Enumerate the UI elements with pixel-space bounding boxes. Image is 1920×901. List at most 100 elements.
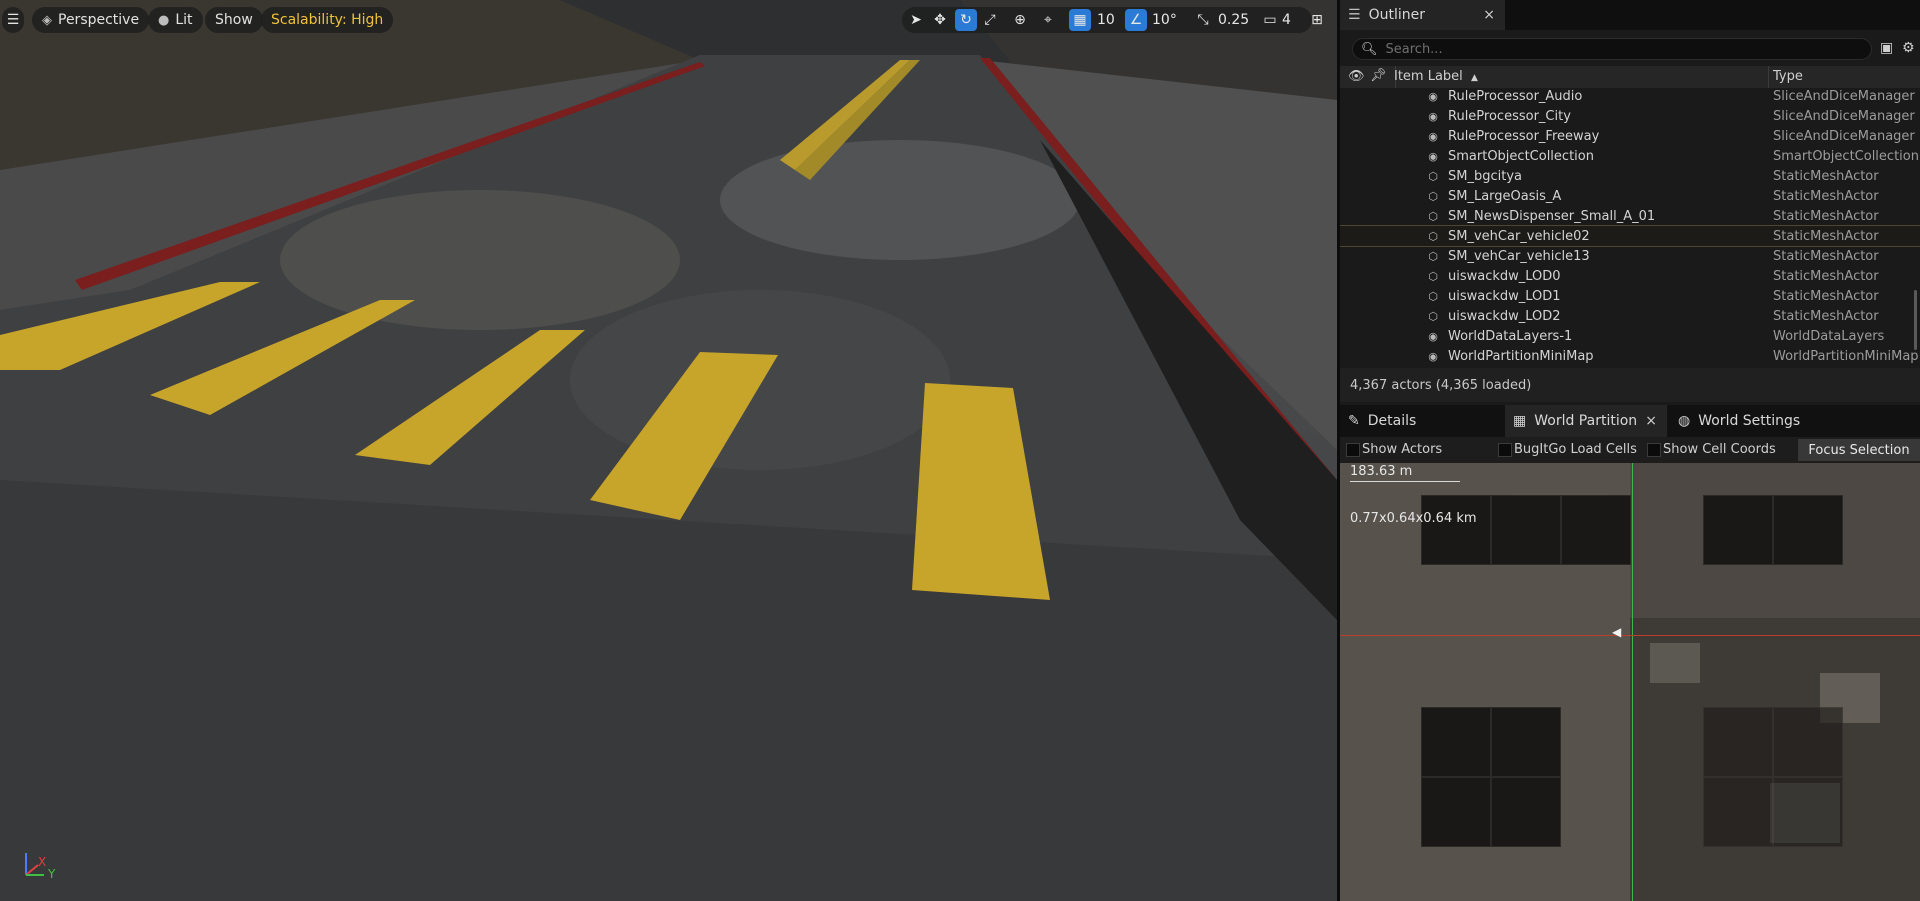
grid-cell[interactable] (1703, 495, 1773, 565)
show-cell-coords-checkbox[interactable] (1647, 443, 1661, 457)
outliner-row[interactable]: ⬡ SM_vehCar_vehicle02 StaticMeshActor (1340, 225, 1920, 247)
perspective-button[interactable]: ◈ Perspective (32, 7, 150, 33)
viewport-layout-button[interactable]: ⊞ (1305, 7, 1329, 33)
outliner-row[interactable]: ◉ SmartObjectCollection SmartObjectCollect… (1340, 146, 1920, 166)
tab-world-partition[interactable]: ▦ World Partition × (1505, 405, 1667, 437)
grid-snap-toggle[interactable]: ▦ (1069, 9, 1091, 31)
static-mesh-icon: ⬡ (1428, 309, 1438, 323)
outliner-tab-label: Outliner (1368, 7, 1425, 23)
grid-snap-value[interactable]: 10 (1097, 7, 1115, 33)
focus-selection-button[interactable]: Focus Selection (1798, 439, 1920, 461)
add-folder-icon[interactable]: ▣ (1880, 40, 1893, 56)
outliner-row[interactable]: ◉ RuleProcessor_Audio SliceAndDiceManager (1340, 88, 1920, 106)
grid-cell[interactable] (1773, 495, 1843, 565)
close-icon[interactable]: × (1645, 413, 1657, 429)
sort-ascending-icon: ▲ (1470, 73, 1478, 83)
visibility-eye-icon[interactable]: 👁︎ (1348, 69, 1365, 84)
grid-cell[interactable] (1773, 707, 1843, 777)
sphere-icon: ◉ (1428, 329, 1438, 343)
show-actors-checkbox[interactable] (1346, 443, 1360, 457)
layout-grid-icon: ⊞ (1311, 12, 1323, 28)
outliner-row-type: WorldPartitionMiniMap (1773, 348, 1919, 364)
scalability-label: Scalability: High (271, 12, 384, 28)
view-mode-button[interactable]: ● Lit (148, 7, 203, 33)
sphere-icon: ◉ (1428, 109, 1438, 123)
outliner-search-input[interactable]: 🔍︎ Search... (1352, 38, 1872, 60)
outliner-row[interactable]: ⬡ uiswackdw_LOD2 StaticMeshActor (1340, 306, 1920, 326)
world-settings-tab-label: World Settings (1698, 413, 1801, 429)
grid-cell[interactable] (1421, 707, 1491, 777)
tab-outliner[interactable]: ☰ Outliner × (1340, 0, 1505, 30)
rotate-mode-button[interactable]: ↻ (955, 9, 977, 31)
sphere-icon: ◉ (1428, 149, 1438, 163)
item-label-header-text: Item Label (1394, 69, 1463, 84)
outliner-row-type: SliceAndDiceManager (1773, 108, 1915, 124)
show-actors-label: Show Actors (1362, 442, 1443, 457)
outliner-row[interactable]: ◉ WorldDataLayers-1 WorldDataLayers (1340, 326, 1920, 346)
outliner-row-type: StaticMeshActor (1773, 248, 1879, 264)
outliner-row[interactable]: ◉ RuleProcessor_City SliceAndDiceManager (1340, 106, 1920, 126)
tab-world-settings[interactable]: ◍ World Settings (1670, 405, 1830, 437)
tab-details[interactable]: ✎ Details (1340, 405, 1500, 437)
map-scale-label: 183.63 m (1350, 464, 1413, 479)
scale-snap-value[interactable]: 0.25 (1218, 7, 1249, 33)
grid-cell[interactable] (1421, 777, 1491, 847)
grid-cell[interactable] (1773, 777, 1843, 847)
outliner-row[interactable]: ⬡ SM_NewsDispenser_Small_A_01 StaticMeshAc… (1340, 206, 1920, 226)
map-scale-bar (1350, 481, 1460, 482)
outliner-header: 👁︎ 📌︎ Item Label ▲ Type (1340, 66, 1920, 88)
gear-icon[interactable]: ⚙ (1902, 40, 1915, 56)
viewport-menu-button[interactable]: ☰ (2, 7, 24, 33)
grid-cell[interactable] (1491, 495, 1561, 565)
static-mesh-icon: ⬡ (1428, 249, 1438, 263)
outliner-row[interactable]: ⬡ SM_bgcitya StaticMeshActor (1340, 166, 1920, 186)
surface-snap-button[interactable]: ⌖ (1036, 7, 1060, 33)
item-label-column-header[interactable]: Item Label ▲ (1394, 69, 1478, 84)
outliner-row[interactable]: ⬡ uiswackdw_LOD1 StaticMeshActor (1340, 286, 1920, 306)
grid-cell[interactable] (1491, 777, 1561, 847)
grid-cell[interactable] (1703, 707, 1773, 777)
world-partition-map[interactable]: 183.63 m 0.77x0.64x0.64 km ◀ (1340, 463, 1920, 901)
world-local-toggle[interactable]: ⊕ (1008, 7, 1032, 33)
close-icon[interactable]: × (1483, 7, 1495, 23)
grid-cell[interactable] (1421, 495, 1491, 565)
outliner-row[interactable]: ⬡ uiswackdw_LOD0 StaticMeshActor (1340, 266, 1920, 286)
outliner-tabbar: ☰ Outliner × (1340, 0, 1920, 30)
camera-marker-icon: ◀ (1612, 625, 1622, 639)
outliner-row[interactable]: ◉ WorldPartitionMiniMap WorldPartitionMini… (1340, 346, 1920, 366)
level-viewport[interactable]: ☰ ◈ Perspective ● Lit Show Scalability: … (0, 0, 1337, 901)
hamburger-menu-icon: ☰ (6, 12, 20, 28)
viewport-toolbar: ☰ ◈ Perspective ● Lit Show Scalability: … (0, 7, 1337, 33)
static-mesh-icon: ⬡ (1428, 269, 1438, 283)
show-button[interactable]: Show (205, 7, 263, 33)
map-size-label: 0.77x0.64x0.64 km (1350, 511, 1477, 526)
pin-icon[interactable]: 📌︎ (1370, 68, 1387, 83)
scale-mode-button[interactable]: ⤢ (978, 7, 1002, 33)
translate-mode-button[interactable]: ✥ (928, 7, 952, 33)
outliner-row-type: StaticMeshActor (1773, 208, 1879, 224)
scale-snap-toggle[interactable]: ⤡ (1191, 7, 1215, 33)
rotation-snap-value[interactable]: 10° (1152, 7, 1177, 33)
scene-render (0, 0, 1337, 901)
outliner-scrollbar[interactable] (1914, 290, 1917, 350)
grid-cell[interactable] (1703, 777, 1773, 847)
camera-speed-button[interactable]: ▭ (1258, 7, 1282, 33)
grid-cell[interactable] (1561, 495, 1631, 565)
type-column-header[interactable]: Type (1773, 69, 1803, 84)
select-mode-button[interactable]: ➤ (904, 7, 928, 33)
outliner-row[interactable]: ⬡ SM_vehCar_vehicle13 StaticMeshActor (1340, 246, 1920, 266)
grid-cell[interactable] (1491, 707, 1561, 777)
rotation-snap-toggle[interactable]: ∠ (1125, 9, 1147, 31)
static-mesh-icon: ⬡ (1428, 169, 1438, 183)
bugitgo-load-cells-checkbox[interactable] (1498, 443, 1512, 457)
cube-icon: ◈ (42, 12, 52, 28)
scalability-button[interactable]: Scalability: High (261, 7, 394, 33)
outliner-row-label: SmartObjectCollection (1448, 148, 1594, 164)
outliner-row-label: uiswackdw_LOD2 (1448, 308, 1561, 324)
camera-speed-value[interactable]: 4 (1282, 7, 1291, 33)
sphere-icon: ◉ (1428, 129, 1438, 143)
outliner-row[interactable]: ⬡ SM_LargeOasis_A StaticMeshActor (1340, 186, 1920, 206)
outliner-row-label: WorldDataLayers-1 (1448, 328, 1573, 344)
outliner-row[interactable]: ◉ RuleProcessor_Freeway SliceAndDiceManage… (1340, 126, 1920, 146)
search-icon: 🔍︎ (1361, 41, 1378, 57)
